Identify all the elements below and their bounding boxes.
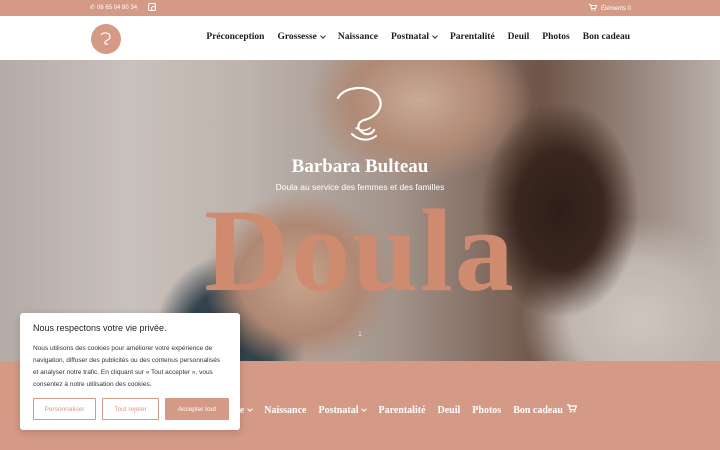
- nav-item-preconception[interactable]: Préconception: [206, 32, 264, 42]
- nav-label: Postnatal: [390, 32, 429, 42]
- phone-icon: ✆: [90, 5, 96, 11]
- top-bar: ✆ 06 65 04 80 34 Éléments 0: [0, 0, 720, 16]
- instagram-icon[interactable]: [148, 3, 156, 11]
- reject-all-button[interactable]: Tout rejeter: [102, 398, 159, 420]
- nav-label: Bon cadeau: [582, 32, 630, 42]
- cart-icon: [589, 4, 598, 13]
- cart-count: Éléments 0: [601, 5, 632, 12]
- nav-label: Grossesse: [277, 32, 317, 42]
- nav-item-postnatal[interactable]: Postnatal: [390, 32, 438, 42]
- nav-item-parentalite[interactable]: Parentalité: [450, 32, 495, 42]
- nav2-item-parentalite[interactable]: Parentalité: [378, 404, 425, 416]
- nav2-item-naissance[interactable]: Naissance: [264, 404, 306, 416]
- nav2-item-deuil[interactable]: Deuil: [438, 404, 461, 416]
- nav2-label: Deuil: [437, 404, 461, 416]
- secondary-nav: sse Naissance Postnatal Parentalité Deui…: [232, 404, 578, 416]
- nav-item-deuil[interactable]: Deuil: [508, 32, 530, 42]
- logo-icon: [100, 32, 111, 45]
- nav-item-photos[interactable]: Photos: [542, 32, 569, 42]
- nav-label: Deuil: [507, 32, 530, 42]
- cookie-buttons: Personnaliser Tout rejeter Accepter tout: [33, 398, 229, 420]
- nav2-item-bon-cadeau[interactable]: Bon cadeau: [513, 404, 578, 416]
- hero-big-word: Doula: [204, 185, 516, 316]
- nav-item-naissance[interactable]: Naissance: [338, 32, 378, 42]
- cart-link[interactable]: Éléments 0: [589, 4, 631, 13]
- nav2-item-postnatal[interactable]: Postnatal: [318, 404, 368, 416]
- site-header: Préconception Grossesse Naissance Postna…: [0, 16, 720, 60]
- nav2-label: Bon cadeau: [513, 404, 563, 416]
- chevron-down-icon: [432, 32, 438, 39]
- nav-label: Photos: [542, 32, 570, 42]
- cart-icon[interactable]: [566, 404, 578, 416]
- nav2-label: Parentalité: [378, 404, 426, 416]
- scroll-down-icon[interactable]: ↓: [354, 328, 366, 340]
- nav-item-bon-cadeau[interactable]: Bon cadeau: [583, 32, 630, 42]
- cookie-consent-dialog: Nous respectons votre vie privée. Nous u…: [20, 313, 240, 430]
- phone-link[interactable]: ✆ 06 65 04 80 34: [90, 4, 138, 12]
- nav2-label: Photos: [472, 404, 502, 416]
- nav-label: Préconception: [206, 32, 265, 42]
- chevron-down-icon: [320, 32, 326, 39]
- customize-button[interactable]: Personnaliser: [33, 398, 96, 420]
- cookie-text: Nous utilisons des cookies pour améliore…: [33, 345, 221, 388]
- nav2-label: Naissance: [264, 404, 307, 416]
- nav2-label: Postnatal: [318, 404, 359, 416]
- hero-title: Barbara Bulteau: [291, 156, 429, 177]
- nav-label: Naissance: [337, 32, 378, 42]
- chevron-down-icon: [247, 405, 254, 412]
- main-nav: Préconception Grossesse Naissance Postna…: [206, 32, 630, 42]
- site-logo[interactable]: [91, 24, 121, 54]
- nav-label: Parentalité: [449, 32, 495, 42]
- accept-all-button[interactable]: Accepter tout: [165, 398, 229, 420]
- chevron-down-icon: [361, 405, 368, 412]
- nav-item-grossesse[interactable]: Grossesse: [277, 32, 326, 42]
- cookie-title: Nous respectons votre vie privée.: [33, 323, 167, 333]
- doula-emblem-icon: [336, 86, 382, 141]
- nav2-item-photos[interactable]: Photos: [472, 404, 501, 416]
- phone-number: 06 65 04 80 34: [97, 4, 138, 11]
